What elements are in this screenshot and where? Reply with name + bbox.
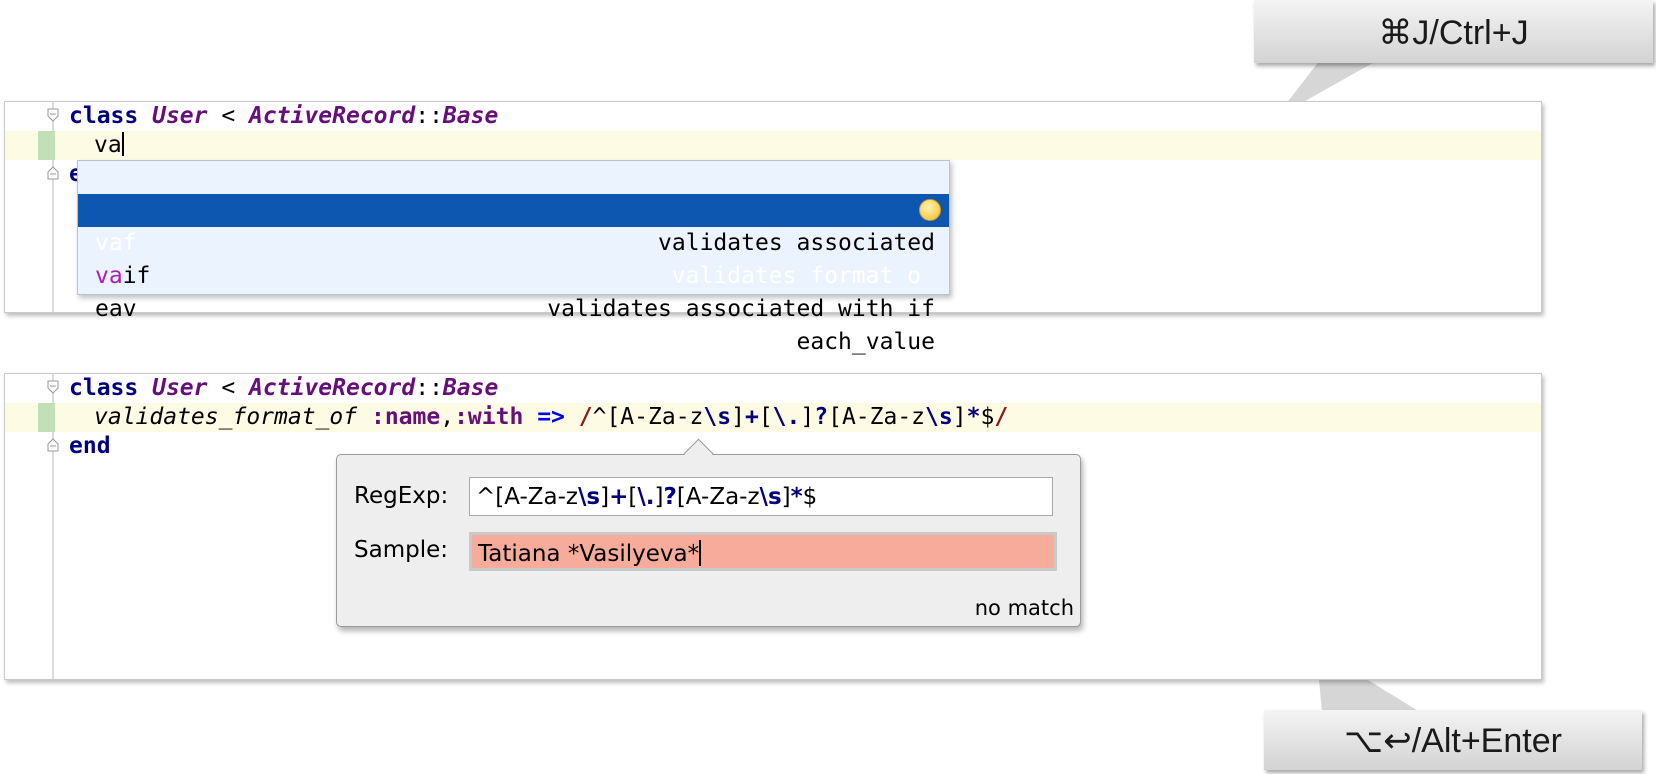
shortcut-callout-top: ⌘J/Ctrl+J bbox=[1254, 0, 1653, 63]
regex-token: $ bbox=[802, 484, 818, 510]
regex-delimiter: / bbox=[578, 404, 593, 430]
fold-icon[interactable] bbox=[46, 380, 60, 394]
scope-separator: :: bbox=[415, 375, 443, 401]
base-class: Base bbox=[442, 375, 499, 401]
regex-token: \. bbox=[637, 484, 655, 510]
fold-icon[interactable] bbox=[46, 166, 60, 180]
keyword: end bbox=[69, 433, 111, 459]
keyword: class bbox=[69, 103, 139, 129]
text-caret bbox=[121, 132, 124, 156]
regex-token: \. bbox=[772, 404, 801, 430]
regex-token: * bbox=[966, 404, 981, 430]
module-name: ActiveRecord bbox=[249, 103, 416, 129]
regex-token: \s bbox=[925, 404, 953, 430]
match-result: no match bbox=[974, 596, 1074, 620]
fold-icon[interactable] bbox=[46, 108, 60, 122]
regex-token: ? bbox=[663, 484, 677, 510]
regex-token: + bbox=[744, 404, 759, 430]
comma: , bbox=[440, 404, 455, 430]
code-line-3[interactable]: end bbox=[69, 432, 111, 461]
regex-token: ] bbox=[731, 404, 745, 430]
text-caret bbox=[699, 540, 702, 566]
regex-token: ^[A-Za-z bbox=[476, 484, 578, 510]
regex-token: \s bbox=[759, 484, 782, 510]
scope-separator: :: bbox=[415, 103, 443, 129]
regex-token: ] bbox=[600, 484, 610, 510]
fold-icon[interactable] bbox=[46, 438, 60, 452]
keyword: class bbox=[69, 375, 139, 401]
sample-value: Tatiana *Vasilyeva* bbox=[478, 541, 700, 567]
base-class: Base bbox=[442, 103, 499, 129]
operator: < bbox=[207, 375, 250, 401]
regexp-label: RegExp: bbox=[354, 483, 449, 509]
lightbulb-icon[interactable] bbox=[919, 199, 941, 221]
regex-token: ^[A-Za-z bbox=[592, 404, 704, 430]
regex-token: [A-Za-z bbox=[676, 484, 760, 510]
typed-abbreviation: va bbox=[94, 132, 122, 158]
operator: < bbox=[207, 103, 250, 129]
check-regexp-popup[interactable]: RegExp: ^[A-Za-z\s]+[\.]?[A-Za-z\s]*$ Sa… bbox=[336, 438, 1081, 627]
symbol: :name bbox=[370, 404, 441, 430]
hash-arrow: => bbox=[537, 404, 565, 430]
regex-token: * bbox=[790, 484, 803, 510]
sample-label: Sample: bbox=[354, 537, 448, 563]
regex-token: ] bbox=[800, 404, 815, 430]
change-marker bbox=[38, 403, 55, 432]
shortcut-callout-bottom: ⌥↩/Alt+Enter bbox=[1264, 710, 1642, 770]
completion-description: each_value bbox=[796, 329, 935, 355]
completion-key-rest: eav bbox=[95, 296, 137, 322]
completion-description: validates associated with if bbox=[547, 296, 935, 322]
module-name: ActiveRecord bbox=[249, 375, 416, 401]
completion-item-selected[interactable]: vaf validates format o bbox=[78, 194, 949, 289]
regex-token: \s bbox=[578, 484, 601, 510]
code-line-1[interactable]: class User < ActiveRecord::Base bbox=[69, 102, 498, 131]
regex-literal: ^[A-Za-z\s]+[\.]?[A-Za-z\s]*$ bbox=[593, 404, 995, 430]
regex-token: [A-Za-z bbox=[828, 404, 926, 430]
shortcut-label: ⌥↩/Alt+Enter bbox=[1344, 722, 1562, 760]
completion-popup[interactable]: va validates associated vaf validates fo… bbox=[77, 160, 950, 355]
regex-token: [ bbox=[758, 404, 773, 430]
regex-token: ] bbox=[952, 404, 967, 430]
sample-input[interactable]: Tatiana *Vasilyeva* bbox=[469, 532, 1057, 571]
symbol: :with bbox=[454, 404, 524, 430]
regex-token: $ bbox=[980, 404, 995, 430]
code-line-1[interactable]: class User < ActiveRecord::Base bbox=[69, 374, 498, 403]
regex-token: \s bbox=[703, 404, 732, 430]
regexp-input[interactable]: ^[A-Za-z\s]+[\.]?[A-Za-z\s]*$ bbox=[469, 477, 1053, 516]
regex-token: [ bbox=[628, 484, 638, 510]
completion-item[interactable]: vaif validates associated with if bbox=[78, 227, 949, 322]
regex-token: ] bbox=[781, 484, 791, 510]
code-line-2[interactable]: validates_format_of :name,:with => /^[A-… bbox=[94, 403, 1008, 432]
shortcut-label: ⌘J/Ctrl+J bbox=[1378, 14, 1529, 52]
class-name: User bbox=[152, 375, 208, 401]
current-line-highlight bbox=[5, 131, 1541, 160]
code-line-2[interactable]: va bbox=[94, 131, 124, 160]
regex-delimiter: / bbox=[994, 404, 1009, 430]
completion-item[interactable]: va validates associated bbox=[78, 161, 949, 256]
change-marker bbox=[38, 131, 55, 160]
method-call: validates_format_of bbox=[94, 404, 358, 430]
regex-token: ? bbox=[814, 404, 829, 430]
class-name: User bbox=[152, 103, 208, 129]
completion-item[interactable]: eav each_value bbox=[78, 260, 949, 355]
regex-token: + bbox=[609, 484, 629, 510]
